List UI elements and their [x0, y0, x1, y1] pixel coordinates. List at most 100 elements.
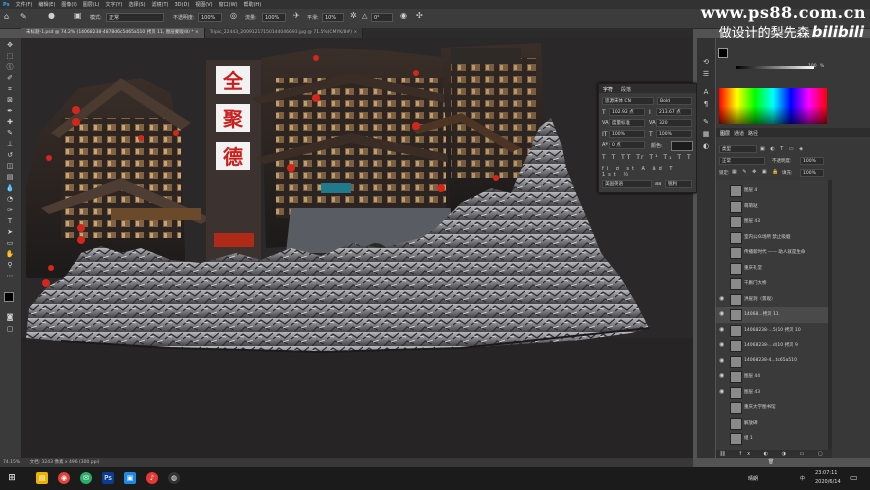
type-tool-icon[interactable]: T [5, 217, 15, 225]
tab-channels[interactable]: 通道 [734, 130, 744, 137]
properties-icon[interactable]: ☰ [701, 70, 711, 79]
lasso-tool-icon[interactable]: ⓛ [5, 63, 15, 71]
brush-tool-icon[interactable]: ✎ [20, 12, 27, 21]
zoom-tool-icon[interactable]: ⚲ [5, 261, 15, 269]
quick-select-icon[interactable]: ✐ [5, 74, 15, 82]
menu-layer[interactable]: 图层(L) [80, 1, 103, 8]
history-brush-icon[interactable]: ↺ [5, 151, 15, 159]
layer-row[interactable]: ◉ 14068238-4...tc65a510 [716, 354, 828, 370]
swatches-icon[interactable]: ▦ [701, 130, 711, 139]
ps-logo-icon[interactable]: Ps [0, 2, 13, 8]
marquee-tool-icon[interactable]: ⬚ [5, 52, 15, 60]
brush-tool-icon[interactable]: ✎ [5, 129, 15, 137]
slider-value[interactable]: 100 [808, 64, 817, 69]
antialias-select[interactable]: 锐利 [665, 180, 692, 188]
visibility-eye-icon[interactable]: ◉ [719, 326, 724, 333]
foreground-color-swatch[interactable] [4, 292, 14, 302]
windows-start-icon[interactable]: ⊞ [6, 472, 18, 484]
hand-tool-icon[interactable]: ✋ [5, 250, 15, 258]
baseline-input[interactable]: 0 点 [609, 141, 645, 149]
text-color-swatch[interactable] [671, 141, 693, 151]
layer-row[interactable]: ◉ 图层 43 [716, 385, 828, 401]
menu-select[interactable]: 选择(S) [125, 1, 148, 8]
lock-icons[interactable]: ▦ ✎ ✥ ▣ 🔒 [732, 169, 780, 175]
ime-language[interactable]: 中 [800, 475, 805, 482]
netease-music-icon[interactable]: ♪ [146, 472, 158, 484]
eyedropper-icon[interactable]: ✒ [5, 107, 15, 115]
healing-brush-icon[interactable]: ✚ [5, 118, 15, 126]
character-icon[interactable]: A [701, 88, 711, 97]
tab-paths[interactable]: 路径 [748, 130, 758, 137]
visibility-eye-icon[interactable]: ◉ [719, 341, 724, 348]
clock-date[interactable]: 2020/6/14 [815, 479, 841, 485]
photoshop-taskbar-icon[interactable]: Ps [102, 472, 114, 484]
doc-info[interactable]: 文档: 3243 像素 x 496 (300 ppi) [30, 460, 100, 465]
tracking-input[interactable]: 320 [656, 119, 692, 127]
layers-scrollbar[interactable] [828, 180, 832, 450]
horizontal-scale-input[interactable]: 100% [656, 130, 692, 138]
weather-text[interactable]: 晴朗 [748, 475, 758, 482]
quick-mask-icon[interactable]: ◙ [5, 313, 15, 321]
layer-row[interactable]: 图层 4 [716, 183, 828, 199]
adjustments-icon[interactable]: ◐ [701, 142, 711, 151]
layer-row[interactable]: 解放碑 [716, 416, 828, 432]
more-tools-icon[interactable]: ⋯ [5, 272, 15, 280]
layers-footer-buttons[interactable]: ⛓ fx ◐ ◑ ▭ ▢ 🗑 [716, 450, 832, 465]
symmetry-icon[interactable]: ✣ [416, 11, 423, 20]
vertical-scale-input[interactable]: 100% [609, 130, 645, 138]
layer-row[interactable]: ◉ 图层 44 [716, 369, 828, 385]
crop-tool-icon[interactable]: ⌗ [5, 85, 15, 93]
clock-time[interactable]: 23:07:11 [815, 470, 837, 476]
layer-row[interactable]: 重庆大学图书馆 [716, 400, 828, 416]
file-explorer-icon[interactable]: ▤ [36, 472, 48, 484]
layer-row[interactable]: ◉ 14068238-...5(10 拷贝 10 [716, 323, 828, 339]
layer-fill-input[interactable]: 100% [800, 169, 824, 177]
kerning-input[interactable]: 度量标准 [609, 119, 645, 127]
opacity-input[interactable]: 100% [198, 13, 222, 22]
blur-tool-icon[interactable]: 💧 [5, 184, 15, 192]
smooth-settings-icon[interactable]: ✲ [350, 11, 357, 20]
pressure-opacity-icon[interactable]: ◎ [230, 11, 237, 20]
paragraph-icon[interactable]: ¶ [701, 100, 711, 109]
blend-mode-select[interactable]: 正常 [719, 157, 765, 165]
shape-tool-icon[interactable]: ▭ [5, 239, 15, 247]
layer-row[interactable]: ◉ 14068238-...d(10 拷贝 9 [716, 338, 828, 354]
clone-stamp-icon[interactable]: ⊥ [5, 140, 15, 148]
visibility-eye-icon[interactable]: ◉ [719, 388, 724, 395]
gradient-icon[interactable]: ▤ [5, 173, 15, 181]
type-style-buttons[interactable]: T T TT Tr T¹ T₁ T T [602, 154, 693, 163]
opentype-buttons[interactable]: fi ơ st A ād T 1st ½ [602, 166, 693, 178]
visibility-eye-icon[interactable]: ◉ [719, 295, 724, 302]
pressure-size-icon[interactable]: ◉ [400, 11, 407, 20]
color-spectrum[interactable] [719, 88, 827, 124]
frame-tool-icon[interactable]: ⊠ [5, 96, 15, 104]
leading-input[interactable]: 213.67 点 [656, 108, 692, 116]
font-family-select[interactable]: 思源宋体 CN [602, 97, 654, 105]
angle-input[interactable]: 0° [371, 13, 393, 22]
history-icon[interactable]: ⟲ [701, 58, 711, 67]
obs-icon[interactable]: ◍ [168, 472, 180, 484]
layer-row[interactable]: 萌萌哒 [716, 199, 828, 215]
layer-row[interactable]: 室内公众场所 禁止吸烟 [716, 230, 828, 246]
eraser-icon[interactable]: ◫ [5, 162, 15, 170]
pen-tool-icon[interactable]: ✑ [5, 206, 15, 214]
layer-row[interactable]: 组 1 [716, 431, 828, 447]
layer-row[interactable]: ◉ 14068...拷贝 11 [716, 307, 828, 323]
home-icon[interactable]: ⌂ [4, 12, 9, 21]
tab-document-1[interactable]: 未标题-1.psd @ 74.2% (14068238-4878d6c5d65a… [21, 28, 205, 38]
visibility-eye-icon[interactable]: ◉ [719, 310, 724, 317]
menu-edit[interactable]: 编辑(E) [35, 1, 58, 8]
menu-filter[interactable]: 滤镜(T) [149, 1, 172, 8]
filter-icons[interactable]: ▣ ◐ T ▭ ◈ [760, 146, 805, 152]
dodge-tool-icon[interactable]: ◔ [5, 195, 15, 203]
language-select[interactable]: 美国英语 [602, 180, 652, 188]
visibility-eye-icon[interactable]: ◉ [719, 357, 724, 364]
menu-help[interactable]: 帮助(H) [240, 1, 264, 8]
move-tool-icon[interactable]: ✥ [5, 41, 15, 49]
tab-layers[interactable]: 图层 [720, 130, 730, 137]
layer-row[interactable]: 重庆礼堂 [716, 261, 828, 277]
canvas[interactable]: 全 聚 德 [21, 38, 693, 458]
close-icon[interactable]: × [195, 30, 199, 35]
notification-icon[interactable]: ▭ [850, 473, 858, 482]
layer-row[interactable]: ◉ 洪崖洞（景观） [716, 292, 828, 308]
